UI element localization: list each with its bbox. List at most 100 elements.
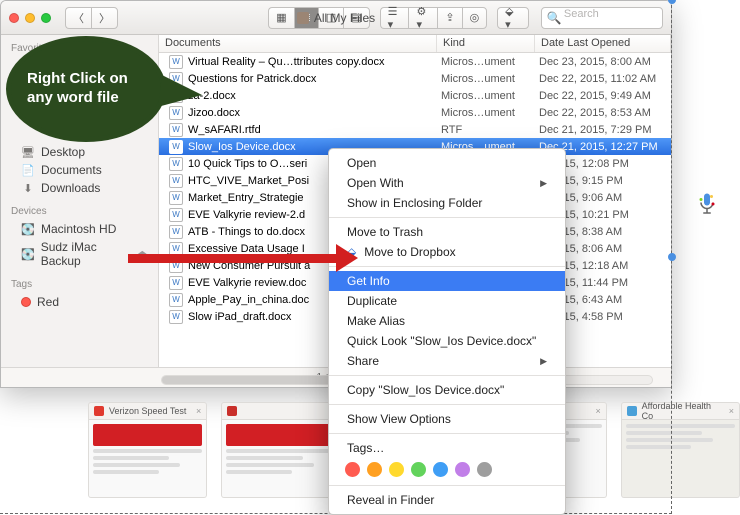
tag-color-dot[interactable] xyxy=(411,462,426,477)
forward-button[interactable]: 〉 xyxy=(91,7,118,29)
hdd-icon: 💽 xyxy=(21,223,35,235)
tab-thumbnail[interactable]: Affordable Health Co × xyxy=(621,402,740,498)
menu-duplicate[interactable]: Duplicate xyxy=(329,291,565,311)
menu-view-options[interactable]: Show View Options xyxy=(329,409,565,429)
context-menu: Open Open With Show in Enclosing Folder … xyxy=(328,148,566,515)
column-headers: Documents Kind Date Last Opened xyxy=(159,35,671,53)
tags-button[interactable]: ◎ xyxy=(462,7,488,29)
red-tag-icon xyxy=(21,297,31,307)
column-documents[interactable]: Documents xyxy=(159,35,437,52)
file-kind: Micros…ument xyxy=(441,56,539,68)
column-view-button[interactable]: ◫ xyxy=(318,7,343,29)
menu-move-to-dropbox[interactable]: ⬙Move to Dropbox xyxy=(329,242,565,262)
menu-share[interactable]: Share xyxy=(329,351,565,371)
view-mode-segment: ▦ ≣ ◫ ▤ xyxy=(268,7,369,29)
file-name: za-2.docx xyxy=(188,90,441,102)
tab-thumbnail[interactable]: Verizon Speed Test × xyxy=(88,402,207,498)
doc-icon: W xyxy=(169,157,183,171)
file-kind: RTF xyxy=(441,124,539,136)
favicon xyxy=(627,406,637,416)
file-kind: Micros…ument xyxy=(441,90,539,102)
file-kind: Micros…ument xyxy=(441,107,539,119)
column-kind[interactable]: Kind xyxy=(437,35,535,52)
tag-color-dot[interactable] xyxy=(433,462,448,477)
back-button[interactable]: 〈 xyxy=(65,7,91,29)
file-row[interactable]: WVirtual Reality – Qu…ttributes copy.doc… xyxy=(159,53,671,70)
file-row[interactable]: WW_sAFARI.rtfdRTFDec 21, 2015, 7:29 PM xyxy=(159,121,671,138)
minimize-icon[interactable] xyxy=(25,13,35,23)
file-name: W_sAFARI.rtfd xyxy=(188,124,441,136)
file-date: Dec 21, 2015, 7:29 PM xyxy=(539,124,671,136)
doc-icon: W xyxy=(169,208,183,222)
downloads-icon: ⬇ xyxy=(21,182,35,194)
menu-open-with[interactable]: Open With xyxy=(329,173,565,193)
menu-copy[interactable]: Copy "Slow_Ios Device.docx" xyxy=(329,380,565,400)
dropbox-button[interactable]: ⬙ ▾ xyxy=(497,7,529,29)
file-name: Questions for Patrick.docx xyxy=(188,73,441,85)
nav-buttons: 〈 〉 xyxy=(65,7,118,29)
sidebar-tag-red[interactable]: Red xyxy=(1,293,158,311)
icon-view-button[interactable]: ▦ xyxy=(268,7,293,29)
file-name: Jizoo.docx xyxy=(188,107,441,119)
tag-color-dot[interactable] xyxy=(455,462,470,477)
menu-make-alias[interactable]: Make Alias xyxy=(329,311,565,331)
share-button[interactable]: ⇪ xyxy=(437,7,461,29)
doc-icon: W xyxy=(169,191,183,205)
arrange-button[interactable]: ☰ ▾ xyxy=(380,7,409,29)
close-tab-icon[interactable]: × xyxy=(596,406,601,416)
list-view-button[interactable]: ≣ xyxy=(294,7,318,29)
favicon xyxy=(227,406,237,416)
titlebar: 〈 〉 All My Files ▦ ≣ ◫ ▤ ☰ ▾ ⚙ ▾ ⇪ ◎ ⬙ ▾… xyxy=(1,1,671,35)
doc-icon: W xyxy=(169,174,183,188)
tag-color-dot[interactable] xyxy=(389,462,404,477)
close-tab-icon[interactable]: × xyxy=(196,406,201,416)
menu-reveal[interactable]: Reveal in Finder xyxy=(329,490,565,510)
file-row[interactable]: WQuestions for Patrick.docxMicros…umentD… xyxy=(159,70,671,87)
file-row[interactable]: WJizoo.docxMicros…umentDec 22, 2015, 8:5… xyxy=(159,104,671,121)
doc-icon: W xyxy=(169,293,183,307)
close-tab-icon[interactable]: × xyxy=(729,406,734,416)
menu-tags[interactable]: Tags… xyxy=(329,438,565,458)
menu-quick-look[interactable]: Quick Look "Slow_Ios Device.docx" xyxy=(329,331,565,351)
file-date: Dec 23, 2015, 8:00 AM xyxy=(539,56,671,68)
close-icon[interactable] xyxy=(9,13,19,23)
search-icon: 🔍 xyxy=(547,11,562,25)
documents-icon: 📄 xyxy=(21,164,35,176)
tag-color-dot[interactable] xyxy=(367,462,382,477)
coverflow-view-button[interactable]: ▤ xyxy=(343,7,369,29)
sidebar-heading-devices: Devices xyxy=(1,203,158,220)
file-date: Dec 22, 2015, 8:53 AM xyxy=(539,107,671,119)
thumb-title: Verizon Speed Test xyxy=(109,406,186,416)
sidebar-item-downloads[interactable]: ⬇Downloads xyxy=(1,179,158,197)
callout-bubble: Right Click on any word file xyxy=(6,36,200,148)
column-date[interactable]: Date Last Opened xyxy=(535,35,671,52)
file-name: Virtual Reality – Qu…ttributes copy.docx xyxy=(188,56,441,68)
file-date: Dec 22, 2015, 9:49 AM xyxy=(539,90,671,102)
callout-tail xyxy=(158,75,204,113)
microphone-icon[interactable] xyxy=(698,192,716,216)
zoom-icon[interactable] xyxy=(41,13,51,23)
doc-icon: W xyxy=(169,276,183,290)
sidebar-item-documents[interactable]: 📄Documents xyxy=(1,161,158,179)
thumb-title: Affordable Health Co xyxy=(642,401,724,421)
menu-get-info[interactable]: Get Info xyxy=(329,271,565,291)
file-row[interactable]: Wza-2.docxMicros…umentDec 22, 2015, 9:49… xyxy=(159,87,671,104)
tab-thumbnail[interactable]: × xyxy=(221,402,340,498)
menu-move-to-trash[interactable]: Move to Trash xyxy=(329,222,565,242)
menu-tag-colors xyxy=(329,458,565,481)
hdd-icon: 💽 xyxy=(21,248,35,260)
sidebar-heading-tags: Tags xyxy=(1,276,158,293)
menu-show-enclosing[interactable]: Show in Enclosing Folder xyxy=(329,193,565,213)
window-controls xyxy=(9,13,51,23)
action-button[interactable]: ⚙ ▾ xyxy=(408,7,437,29)
menu-open[interactable]: Open xyxy=(329,153,565,173)
file-kind: Micros…ument xyxy=(441,73,539,85)
doc-icon: W xyxy=(169,225,183,239)
sidebar-item-macintosh-hd[interactable]: 💽Macintosh HD xyxy=(1,220,158,238)
callout-text: Right Click on any word file xyxy=(27,70,145,108)
file-date: Dec 22, 2015, 11:02 AM xyxy=(539,73,671,85)
tag-color-dot[interactable] xyxy=(477,462,492,477)
tag-color-dot[interactable] xyxy=(345,462,360,477)
favicon xyxy=(94,406,104,416)
search-field[interactable]: 🔍 Search xyxy=(541,7,663,29)
